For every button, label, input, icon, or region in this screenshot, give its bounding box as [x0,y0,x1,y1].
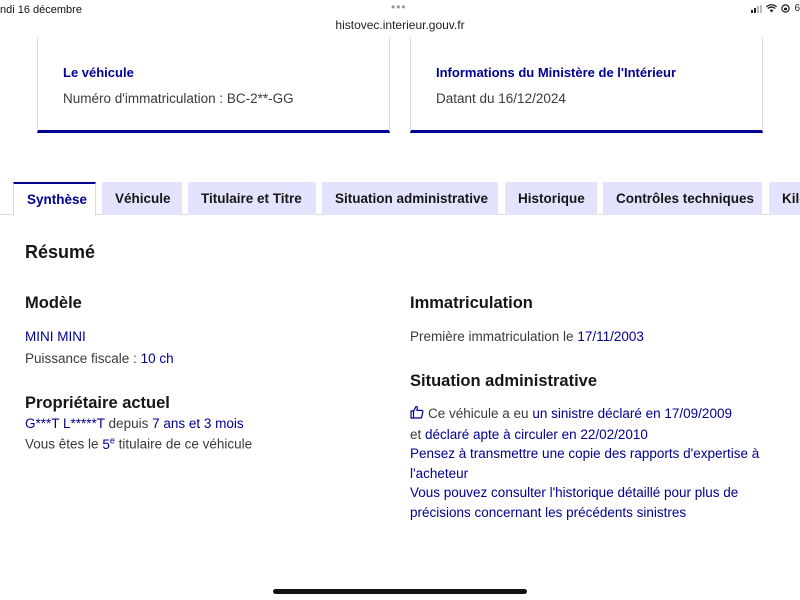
owner-name[interactable]: G***T L*****T [25,416,105,431]
address-bar-url[interactable]: histovec.interieur.gouv.fr [0,18,800,32]
battery-percent: 6 [794,3,800,14]
owner-rank-number[interactable]: 5e [102,435,115,452]
wifi-icon [766,4,778,13]
admin-line-1-text: Ce véhicule a eu [428,406,533,421]
admin-line-1: Ce véhicule a eu un sinistre déclaré en … [410,405,732,421]
owner-heading: Propriétaire actuel [25,394,170,412]
owner-rank-suffix: titulaire de ce véhicule [114,436,253,452]
owner-since-value[interactable]: 7 ans et 3 mois [152,416,244,431]
registration-number: Numéro d'immatriculation : BC-2**-GG [63,91,294,106]
model-heading: Modèle [25,294,82,312]
advice-expertise-line-1[interactable]: Pensez à transmettre une copie des rappo… [410,446,759,461]
home-indicator[interactable] [273,589,527,594]
owner-since-label: depuis [104,416,153,431]
ministry-card-title: Informations du Ministère de l'Intérieur [436,65,677,80]
tab-kilometrage[interactable]: Kilo [769,182,800,215]
ministry-card: Informations du Ministère de l'Intérieur… [410,38,763,133]
owner-line: G***T L*****T depuis 7 ans et 3 mois [25,416,244,431]
admin-heading: Situation administrative [410,372,598,390]
admin-line-2: et déclaré apte à circuler en 22/02/2010 [410,427,648,442]
advice-expertise-line-2[interactable]: l'acheteur [410,466,468,481]
rotation-lock-icon [781,4,791,13]
signal-icon [751,4,763,13]
status-icons: 6 [751,3,800,14]
vehicle-card-title: Le véhicule [63,65,134,80]
status-date: ndi 16 décembre [0,4,82,16]
tab-historique[interactable]: Historique [505,182,597,215]
owner-rank-digit: 5 [102,436,110,452]
advice-history-line-2[interactable]: précisions concernant les précédents sin… [410,505,686,520]
apte-link[interactable]: déclaré apte à circuler en 22/02/2010 [425,427,648,442]
model-name[interactable]: MINI MINI [25,329,86,344]
registration-heading: Immatriculation [410,294,533,312]
fiscal-power-label: Puissance fiscale : [25,351,141,366]
thumbs-up-icon [410,405,424,419]
tab-bar: Synthèse Véhicule Titulaire et Titre Sit… [0,182,800,216]
owner-rank-prefix: Vous êtes le [25,436,103,452]
fiscal-power-value[interactable]: 10 ch [141,351,174,366]
summary-title: Résumé [25,242,96,262]
fiscal-power: Puissance fiscale : 10 ch [25,351,174,366]
tab-controles-techniques[interactable]: Contrôles techniques [603,182,762,215]
sinistre-link[interactable]: un sinistre déclaré en 17/09/2009 [532,406,732,421]
tab-titulaire-titre[interactable]: Titulaire et Titre [188,182,316,215]
vehicle-card: Le véhicule Numéro d'immatriculation : B… [37,38,390,133]
first-registration-date[interactable]: 17/11/2003 [577,329,644,344]
more-dots-icon[interactable]: ••• [391,0,407,14]
tab-situation-administrative[interactable]: Situation administrative [322,182,498,215]
owner-rank: Vous êtes le 5e titulaire de ce véhicule [25,435,252,452]
tab-synthese[interactable]: Synthèse [13,182,96,216]
data-date: Datant du 16/12/2024 [436,91,566,106]
tab-vehicule[interactable]: Véhicule [102,182,182,215]
admin-line-2-text: et [410,427,426,442]
first-registration: Première immatriculation le 17/11/2003 [410,329,644,344]
status-bar: ndi 16 décembre ••• histovec.interieur.g… [0,0,800,36]
first-registration-label: Première immatriculation le [410,329,578,344]
advice-history-line-1[interactable]: Vous pouvez consulter l'historique détai… [410,485,738,500]
